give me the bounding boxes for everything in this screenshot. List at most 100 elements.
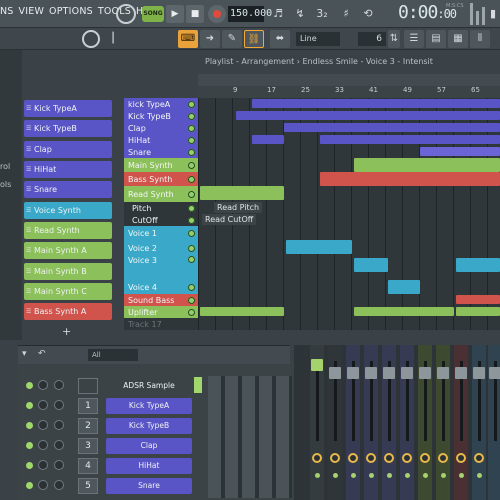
volume-knob[interactable]	[54, 460, 64, 470]
mixer-track-number[interactable]: 1	[78, 398, 98, 414]
pattern-item-selected[interactable]: Voice Synth	[24, 202, 112, 219]
audio-clip[interactable]	[388, 280, 420, 294]
track-header[interactable]: Uplifter	[124, 306, 198, 318]
mixer-strip[interactable]	[472, 345, 486, 500]
wait-input-icon[interactable]: ↯	[290, 4, 310, 24]
menu-view[interactable]: VIEW	[19, 6, 45, 17]
volume-knob[interactable]	[54, 480, 64, 490]
countdown-icon[interactable]: 3₂	[312, 4, 332, 24]
track-header[interactable]: CutOff	[124, 214, 198, 226]
audio-clip[interactable]	[200, 307, 284, 316]
link-icon[interactable]: ⛓	[244, 30, 264, 48]
pattern-item[interactable]: Clap	[24, 141, 112, 158]
playlist-icon[interactable]: ☰	[404, 30, 424, 48]
pattern-clip[interactable]	[200, 186, 284, 200]
tempo-display[interactable]: 150.000	[228, 6, 272, 22]
snap-magnet-icon[interactable]: ⬌	[270, 30, 290, 48]
mixer-strip[interactable]	[454, 345, 468, 500]
pattern-item[interactable]: Snare	[24, 181, 112, 198]
loop-record-icon[interactable]: ⟲	[358, 4, 378, 24]
step-sequencer-grid[interactable]	[208, 376, 292, 498]
menu-arrow-icon[interactable]: ▾	[22, 349, 27, 359]
pan-knob[interactable]	[38, 480, 48, 490]
audio-clip[interactable]	[456, 258, 500, 272]
arrow-right-icon[interactable]: ➜	[200, 30, 220, 48]
pattern-clip[interactable]	[236, 111, 500, 120]
pattern-clip[interactable]	[284, 123, 500, 132]
volume-knob[interactable]	[54, 440, 64, 450]
channel-led[interactable]	[26, 402, 33, 409]
mixer-strip[interactable]	[346, 345, 360, 500]
channel-filter-select[interactable]: All	[88, 349, 138, 361]
track-header[interactable]: Kick TypeB	[124, 110, 198, 122]
pattern-item[interactable]: Kick TypeB	[24, 120, 112, 137]
master-volume-knob[interactable]	[82, 30, 100, 48]
channel-button[interactable]: ADSR Sample Manager	[106, 378, 192, 406]
channel-led[interactable]	[26, 442, 33, 449]
channel-button[interactable]: HiHat	[106, 458, 192, 474]
play-button[interactable]: ▶	[166, 5, 184, 23]
pattern-clip[interactable]	[252, 99, 500, 108]
browser-item[interactable]: rol	[0, 162, 10, 171]
brush-icon[interactable]: ✎	[222, 30, 242, 48]
pattern-item[interactable]: Bass Synth A	[24, 303, 112, 320]
track-header[interactable]: Voice 2	[124, 240, 198, 256]
channel-button[interactable]: Clap	[106, 438, 192, 454]
mixer-track-number[interactable]: 2	[78, 418, 98, 434]
undo-icon[interactable]: ↶	[38, 349, 46, 359]
channel-button[interactable]: Kick TypeA	[106, 398, 192, 414]
mixer-strip[interactable]	[328, 345, 342, 500]
pattern-item[interactable]: Main Synth A	[24, 242, 112, 259]
channel-button[interactable]: Kick TypeB	[106, 418, 192, 434]
step-edit-icon[interactable]: ♯	[336, 4, 356, 24]
pattern-clip[interactable]	[354, 158, 500, 172]
menu-patterns[interactable]: NS	[0, 6, 14, 17]
audio-clip[interactable]	[456, 295, 500, 304]
channel-rack-icon[interactable]: ▦	[448, 30, 468, 48]
timeline-ruler[interactable]: 9 17 25 33 41 49 57 65	[198, 86, 500, 98]
channel-led[interactable]	[26, 422, 33, 429]
volume-knob[interactable]	[54, 380, 64, 390]
track-header[interactable]: Voice 1	[124, 226, 198, 240]
audio-clip[interactable]	[354, 258, 388, 272]
mixer-strip[interactable]	[382, 345, 396, 500]
mixer-track-number[interactable]	[78, 378, 98, 394]
snap-select[interactable]: Line	[296, 32, 340, 46]
track-header[interactable]: Read Synth	[124, 186, 198, 202]
audio-clip[interactable]	[286, 240, 352, 254]
track-header[interactable]: kick TypeA	[124, 98, 198, 110]
track-header[interactable]: Pitch	[124, 202, 198, 214]
add-pattern-icon[interactable]: +	[62, 325, 71, 338]
track-header[interactable]: Voice 3	[124, 256, 198, 280]
pattern-item[interactable]: Read Synth	[24, 222, 112, 239]
pan-knob[interactable]	[38, 400, 48, 410]
mixer-strip[interactable]	[310, 345, 324, 500]
track-header[interactable]: HiHat	[124, 134, 198, 146]
pattern-item[interactable]: Main Synth C	[24, 283, 112, 300]
audio-clip[interactable]	[456, 307, 500, 316]
track-header[interactable]: Track 17	[124, 318, 198, 330]
channel-led[interactable]	[26, 482, 33, 489]
mixer-track-number[interactable]: 3	[78, 438, 98, 454]
track-header[interactable]: Snare	[124, 146, 198, 158]
mixer-strip[interactable]	[400, 345, 414, 500]
mixer-strip[interactable]	[418, 345, 432, 500]
channel-led[interactable]	[26, 382, 33, 389]
volume-knob[interactable]	[54, 420, 64, 430]
pan-knob[interactable]	[38, 460, 48, 470]
piano-roll-icon[interactable]: ▤	[426, 30, 446, 48]
volume-knob[interactable]	[54, 400, 64, 410]
song-mode-button[interactable]: SONG	[142, 6, 164, 22]
channel-arrows-icon[interactable]: ⇅	[388, 30, 400, 48]
mixer-track-number[interactable]: 4	[78, 458, 98, 474]
track-header[interactable]: Sound Bass	[124, 294, 198, 306]
record-button[interactable]	[208, 5, 226, 23]
channel-number-input[interactable]: 6	[358, 32, 386, 46]
mixer-icon[interactable]: ⫴	[470, 30, 490, 48]
playlist-grid[interactable]: Read Pitch Read CutOff	[198, 98, 500, 330]
pattern-song-toggle-icon[interactable]	[116, 4, 136, 24]
track-header[interactable]: Main Synth	[124, 158, 198, 172]
panel-icon[interactable]: ▮	[486, 4, 500, 24]
channel-button[interactable]: Snare	[106, 478, 192, 494]
pitch-slider-icon[interactable]: ┃	[110, 30, 116, 48]
